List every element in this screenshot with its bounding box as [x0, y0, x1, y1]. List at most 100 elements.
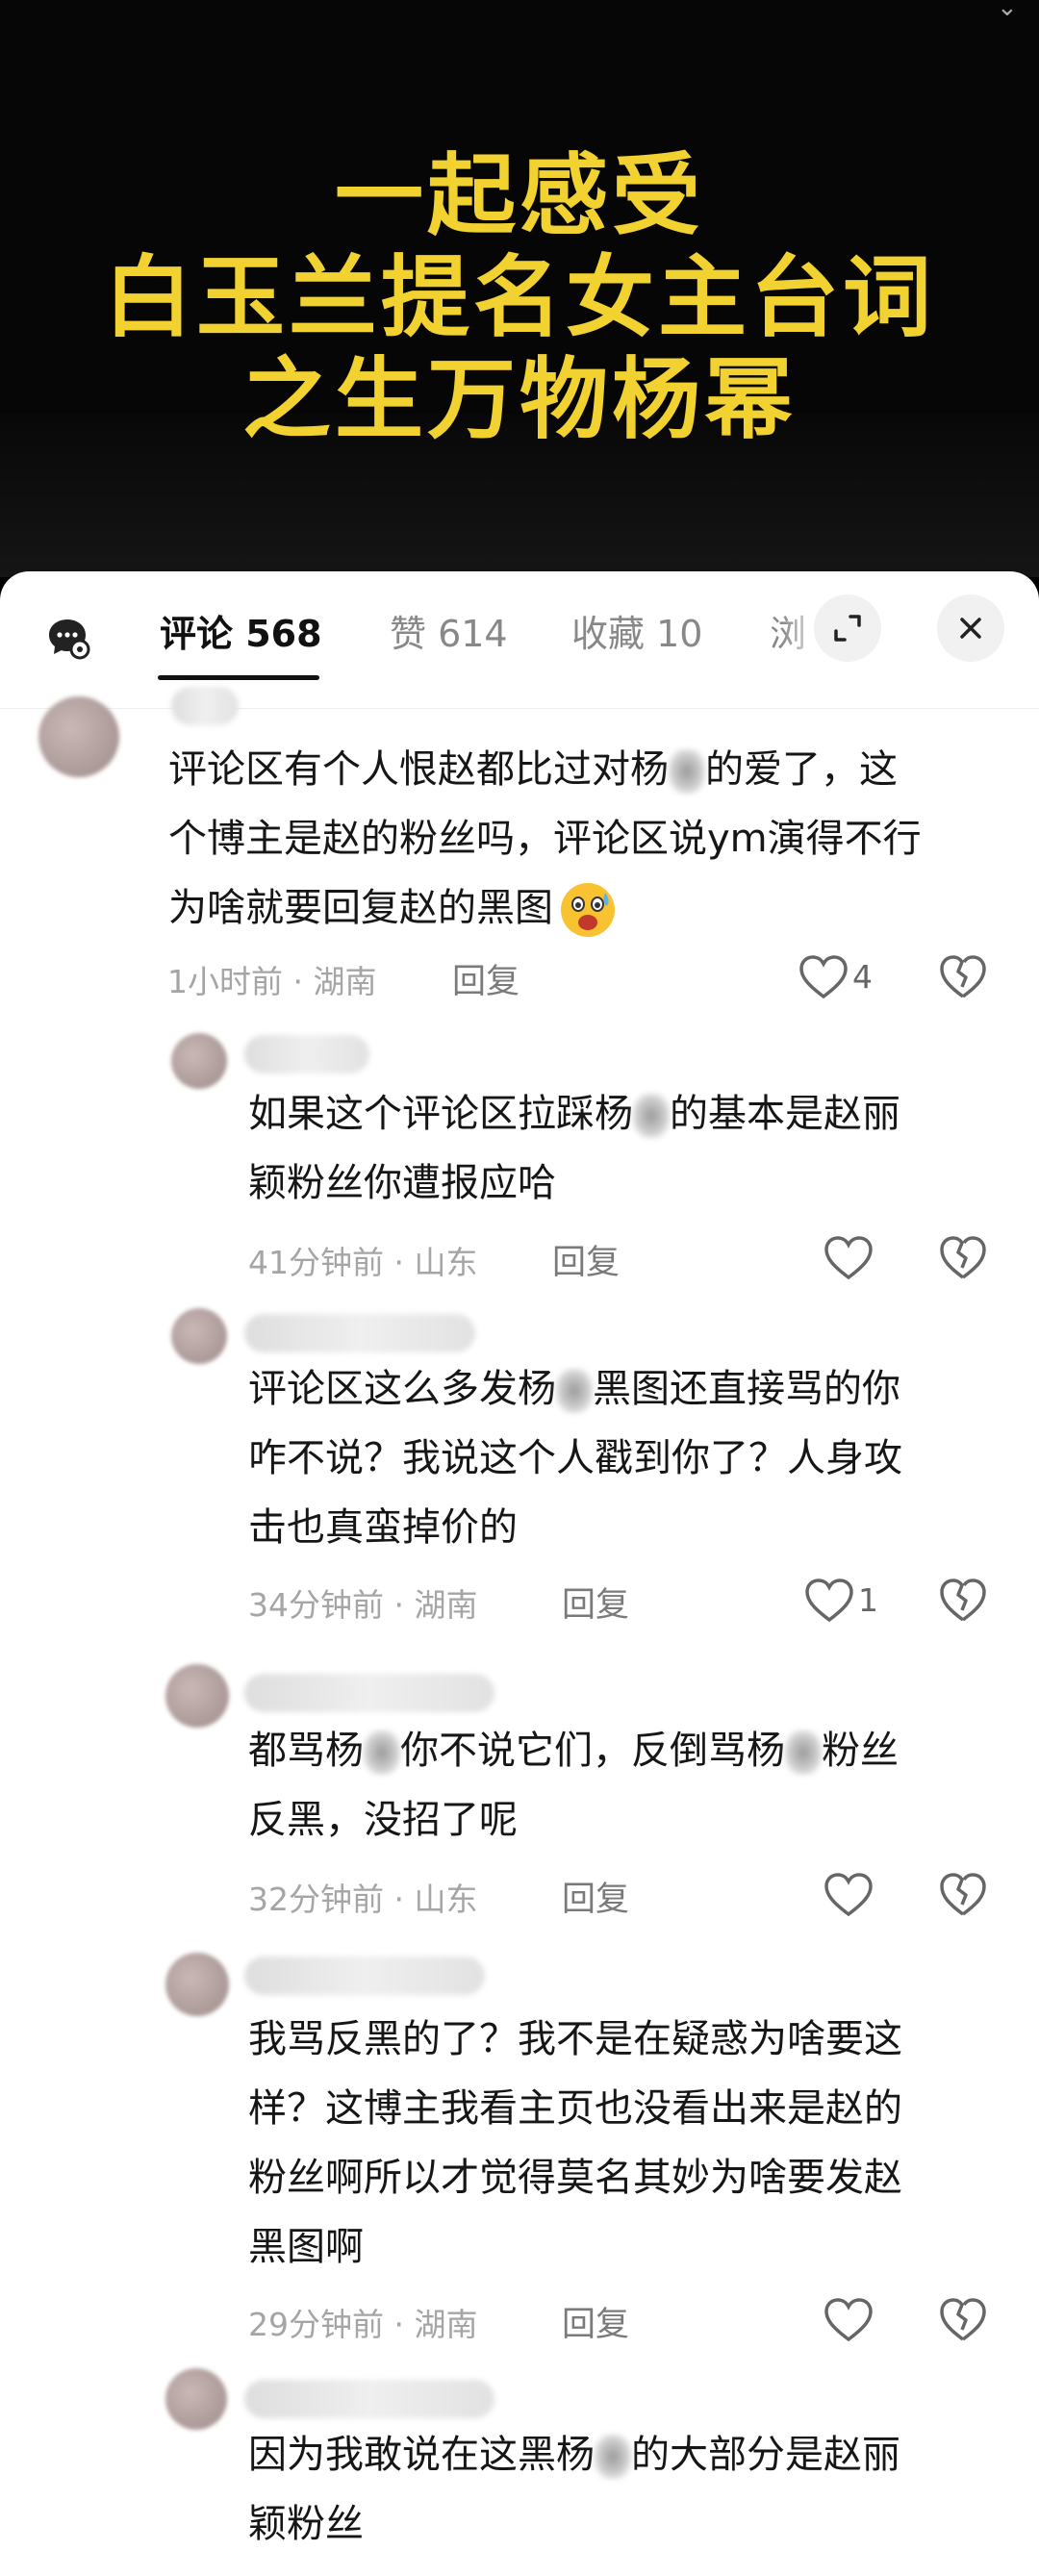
avatar[interactable]	[165, 1664, 229, 1728]
comment-text-line: 颖粉丝	[248, 2502, 364, 2546]
comment-text-line: 反黑，没招了呢	[248, 1798, 518, 1842]
censored-blur	[556, 1369, 593, 1413]
like-count: 1	[858, 1581, 878, 1619]
active-tab-indicator	[158, 675, 319, 680]
comment-text-line: 因为我敢说在这黑杨	[248, 2433, 595, 2477]
heart-outline-icon[interactable]	[824, 2297, 874, 2343]
video-caption-line: 之生万物杨幂	[241, 347, 797, 451]
separator: ·	[384, 1586, 415, 1624]
comment-text-line: 击也真蛮掉价的	[248, 1505, 518, 1550]
broken-heart-icon[interactable]	[939, 954, 987, 1000]
comment-text-line: 评论区这么多发杨	[248, 1367, 556, 1411]
comment-text-line: 个博主是赵的粉丝吗，评论区说ym演得不行	[168, 817, 922, 861]
comment-location: 湖南	[414, 1586, 478, 1624]
censored-blur	[785, 1730, 822, 1775]
comment-text: 如果这个评论区拉踩杨 的基本是赵丽 颖粉丝你遭报应哈	[248, 1079, 900, 1218]
avatar[interactable]	[171, 1033, 227, 1089]
comment-location: 山东	[414, 1881, 478, 1918]
comment-text-line: 我骂反黑的了？我不是在疑惑为啥要这	[248, 2017, 902, 2061]
censored-blur	[364, 1730, 400, 1775]
heart-outline-icon[interactable]	[824, 1872, 874, 1918]
comment-location: 湖南	[414, 2306, 478, 2343]
tab-favorites[interactable]: 收藏 10	[571, 604, 702, 657]
username[interactable]	[171, 687, 239, 725]
comment-meta: 41分钟前 · 山东	[248, 1237, 477, 1283]
comment-sheet: 评论 568 赞 614 收藏 10 浏 评论区有个人恨赵都比过对杨的爱了，这 …	[0, 571, 1039, 2576]
username[interactable]	[244, 1957, 485, 1995]
comment-meta: 1小时前 · 湖南	[167, 956, 376, 1002]
comment-text-line: 样？这博主我看主页也没看出来是赵的	[248, 2086, 902, 2131]
video-player[interactable]: ⌄ 一起感受 白玉兰提名女主台词 之生万物杨幂	[0, 0, 1039, 577]
broken-heart-icon[interactable]	[939, 2297, 987, 2343]
like-count: 4	[852, 958, 873, 996]
comment-time: 29分钟前	[248, 2306, 384, 2343]
comment-meta: 34分钟前 · 湖南	[248, 1579, 477, 1626]
comment-text: 评论区有个人恨赵都比过对杨 的爱了，这 个博主是赵的粉丝吗，评论区说ym演得不行 …	[168, 735, 922, 943]
avatar[interactable]	[165, 1953, 229, 2016]
separator: ·	[384, 1244, 415, 1281]
comment-text: 因为我敢说在这黑杨 的大部分是赵丽 颖粉丝	[248, 2420, 900, 2559]
username[interactable]	[244, 1035, 369, 1073]
reply-item: 都骂杨 你不说它们，反倒骂杨 粉丝 反黑，没招了呢 32分钟前 · 山东 回复	[0, 1664, 1039, 1953]
comment-text-line: 黑图还直接骂的你	[593, 1367, 900, 1411]
heart-outline-icon[interactable]	[798, 954, 849, 1000]
close-button[interactable]	[937, 594, 1004, 662]
separator: ·	[283, 963, 314, 1000]
reply-item: 评论区这么多发杨 黑图还直接骂的你 咋不说？我说这个人戳到你了？人身攻 击也真蛮掉…	[0, 1308, 1039, 1664]
username[interactable]	[244, 2380, 494, 2418]
comment-text: 我骂反黑的了？我不是在疑惑为啥要这 样？这博主我看主页也没看出来是赵的 粉丝啊所…	[248, 2005, 902, 2282]
comment-text-line: 你不说它们，反倒骂杨	[400, 1729, 785, 1773]
reply-item: 我骂反黑的了？我不是在疑惑为啥要这 样？这博主我看主页也没看出来是赵的 粉丝啊所…	[0, 1943, 1039, 2366]
comment-text-line: 评论区有个人恨赵都比过对杨	[168, 747, 669, 792]
comment-time: 1小时前	[167, 963, 283, 1000]
comment-text-line: 的大部分是赵丽	[631, 2433, 900, 2477]
avatar[interactable]	[171, 1308, 227, 1364]
comment-text-line: 咋不说？我说这个人戳到你了？人身攻	[248, 1436, 902, 1480]
comment-text-line: 粉丝啊所以才觉得莫名其妙为啥要发赵	[248, 2156, 902, 2200]
tab-comments[interactable]: 评论 568	[160, 604, 322, 657]
comment-text-line: 如果这个评论区拉踩杨	[248, 1092, 633, 1136]
chat-settings-icon[interactable]	[46, 616, 90, 660]
reply-button[interactable]: 回复	[452, 954, 520, 1003]
comment-time: 34分钟前	[248, 1586, 384, 1624]
comment-text-line: 的基本是赵丽	[670, 1092, 900, 1136]
broken-heart-icon[interactable]	[939, 1872, 987, 1918]
heart-outline-icon[interactable]	[804, 1578, 854, 1624]
reply-button[interactable]: 回复	[562, 2297, 629, 2346]
comment-location: 湖南	[313, 963, 377, 1000]
reply-button[interactable]: 回复	[562, 1578, 629, 1627]
reply-button[interactable]: 回复	[562, 1872, 629, 1921]
heart-outline-icon[interactable]	[824, 1235, 874, 1281]
video-caption-line: 白玉兰提名女主台词	[103, 245, 935, 349]
video-caption-line: 一起感受	[334, 143, 704, 247]
comment-time: 41分钟前	[248, 1244, 384, 1281]
shocked-face-emoji	[561, 883, 615, 937]
comment-text-line: 颖粉丝你遭报应哈	[248, 1161, 556, 1205]
username[interactable]	[244, 1674, 494, 1712]
close-icon	[960, 618, 981, 639]
broken-heart-icon[interactable]	[939, 1235, 987, 1281]
reply-button[interactable]: 回复	[552, 1235, 620, 1284]
broken-heart-icon[interactable]	[939, 1578, 987, 1624]
comment-text-line: 的爱了，这	[705, 747, 898, 792]
expand-button[interactable]	[814, 594, 881, 662]
comment-text: 评论区这么多发杨 黑图还直接骂的你 咋不说？我说这个人戳到你了？人身攻 击也真蛮掉…	[248, 1354, 902, 1562]
reply-item: 如果这个评论区拉踩杨 的基本是赵丽 颖粉丝你遭报应哈 41分钟前 · 山东 回复	[0, 1023, 1039, 1312]
corner-close-icon[interactable]: ⌄	[997, 0, 1026, 20]
comment-text-line: 都骂杨	[248, 1729, 364, 1773]
comment-location: 山东	[414, 1244, 478, 1281]
comment-tab-bar: 评论 568 赞 614 收藏 10 浏	[0, 571, 1039, 709]
censored-blur	[595, 2435, 631, 2479]
censored-blur	[669, 749, 705, 794]
username[interactable]	[244, 1314, 475, 1352]
avatar[interactable]	[38, 696, 119, 777]
comment-text-line: 黑图啊	[248, 2225, 364, 2269]
separator: ·	[384, 1881, 415, 1918]
expand-icon	[834, 615, 861, 642]
tab-likes[interactable]: 赞 614	[390, 604, 508, 657]
video-caption: 一起感受 白玉兰提名女主台词 之生万物杨幂	[0, 144, 1039, 450]
avatar[interactable]	[165, 2368, 227, 2430]
comment-time: 32分钟前	[248, 1881, 384, 1918]
censored-blur	[633, 1094, 670, 1138]
comment-meta: 29分钟前 · 湖南	[248, 2299, 477, 2345]
